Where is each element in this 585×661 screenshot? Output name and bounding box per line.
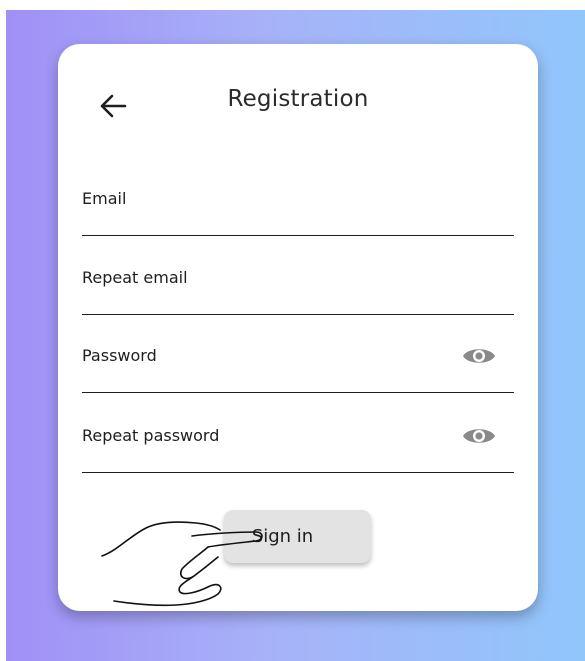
arrow-left-icon [100,94,127,118]
page-title: Registration [227,86,369,112]
repeat-password-input[interactable] [82,416,514,472]
password-field[interactable]: Password [82,336,514,393]
back-button[interactable] [97,90,129,122]
email-field[interactable]: Email [82,179,514,236]
sign-in-label: Sign in [251,526,314,547]
password-input[interactable] [82,336,514,392]
repeat-password-field[interactable]: Repeat password [82,416,514,473]
repeat-email-input[interactable] [82,258,514,314]
sign-in-button[interactable]: Sign in [224,510,371,563]
repeat-email-field[interactable]: Repeat email [82,258,514,315]
eye-icon[interactable] [462,345,496,367]
email-input[interactable] [82,179,514,235]
eye-icon[interactable] [462,425,496,447]
